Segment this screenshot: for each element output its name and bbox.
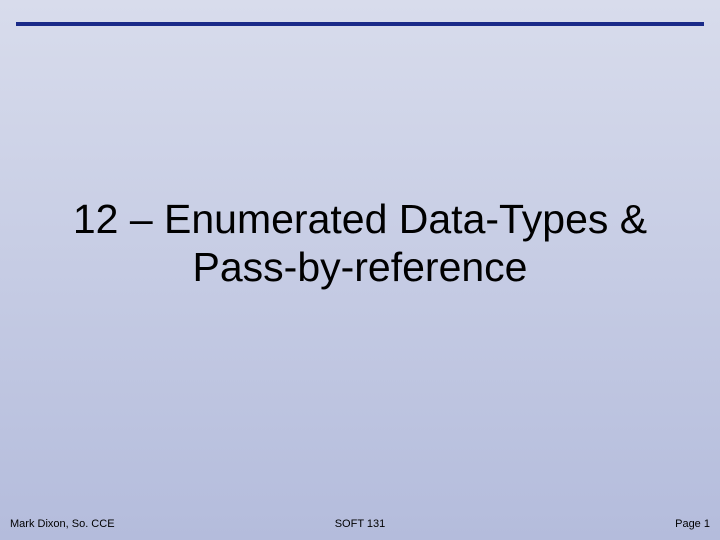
footer-page: Page 1: [477, 518, 710, 530]
header-divider: [16, 22, 704, 26]
footer: Mark Dixon, So. CCE SOFT 131 Page 1: [10, 518, 710, 530]
footer-course: SOFT 131: [243, 518, 476, 530]
footer-author: Mark Dixon, So. CCE: [10, 518, 243, 530]
slide-title-line2: Pass-by-reference: [193, 244, 528, 290]
slide-title-line1: 12 – Enumerated Data-Types &: [73, 196, 647, 242]
slide-title: 12 – Enumerated Data-Types & Pass-by-ref…: [0, 195, 720, 292]
